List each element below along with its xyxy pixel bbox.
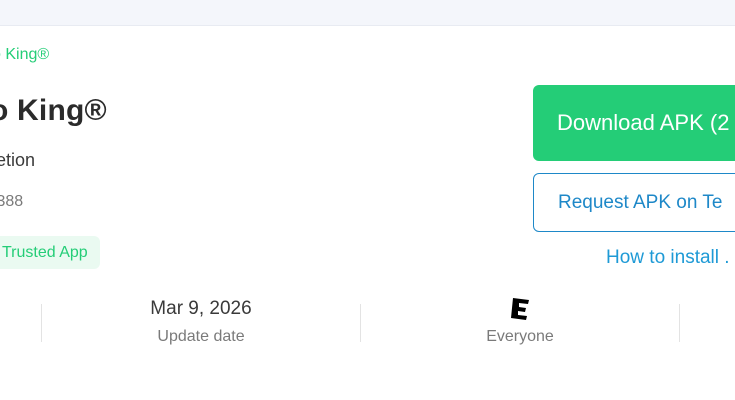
top-header-strip [0,0,735,26]
request-apk-button[interactable]: Request APK on Te [533,173,735,232]
update-date-label: Update date [157,328,245,345]
stat-divider [360,304,361,342]
trusted-app-badge: Trusted App [0,236,100,269]
stat-content-rating: Everyone [420,296,620,346]
stat-divider [679,304,680,342]
content-rating-icon-wrap [420,296,620,324]
esrb-everyone-e-icon [511,298,529,320]
app-version: .388 [0,193,24,210]
breadcrumb-current[interactable]: o King® [0,46,49,64]
how-to-install-link[interactable]: How to install . [606,247,730,269]
download-apk-button[interactable]: Download APK (2 [533,85,735,161]
app-developer[interactable]: letion [0,150,35,171]
update-date-value: Mar 9, 2026 [150,298,252,319]
stat-divider [41,304,42,342]
content-rating-label: Everyone [486,328,554,345]
stat-update-date: Mar 9, 2026 Update date [100,298,302,346]
app-title: o King® [0,94,107,127]
